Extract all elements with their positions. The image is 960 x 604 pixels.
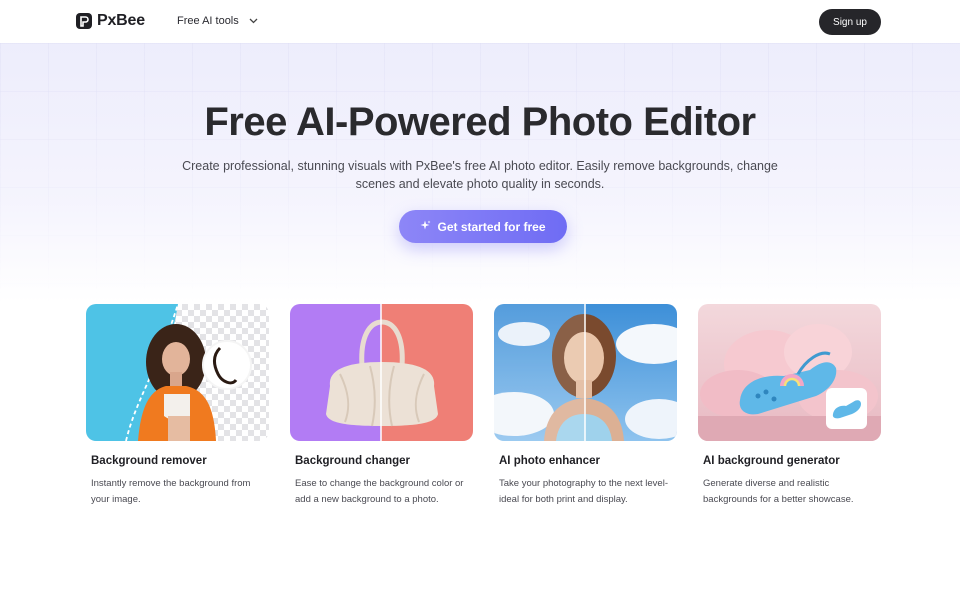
background-remover-image <box>86 304 269 441</box>
nav-free-ai-tools[interactable]: Free AI tools <box>177 15 258 27</box>
chevron-down-icon <box>249 15 258 27</box>
tool-card-background-changer[interactable]: Background changer Ease to change the ba… <box>290 304 473 507</box>
tool-card-title: AI background generator <box>703 455 840 467</box>
ai-photo-enhancer-image <box>494 304 677 441</box>
get-started-label: Get started for free <box>437 219 546 234</box>
nav-free-ai-tools-label: Free AI tools <box>177 15 239 27</box>
tool-card-description: Instantly remove the background from you… <box>91 478 251 505</box>
signup-button[interactable]: Sign up <box>819 9 881 35</box>
brand-name: PxBee <box>97 12 145 29</box>
get-started-button[interactable]: Get started for free <box>399 210 567 243</box>
tool-card-ai-background-generator[interactable]: AI background generator Generate diverse… <box>698 304 881 507</box>
brand-logo[interactable]: PxBee <box>76 12 145 30</box>
hero-subtitle: Create professional, stunning visuals wi… <box>182 159 778 191</box>
tool-card-description: Generate diverse and realistic backgroun… <box>703 478 854 505</box>
tool-card-description: Ease to change the background color or a… <box>295 478 464 505</box>
tool-card-description: Take your photography to the next level-… <box>499 478 668 505</box>
page-title: Free AI-Powered Photo Editor <box>204 100 756 144</box>
background-changer-image <box>290 304 473 441</box>
pxbee-logo-icon <box>76 13 92 29</box>
tool-card-title: AI photo enhancer <box>499 455 600 467</box>
tool-cards: Background remover Instantly remove the … <box>86 304 881 534</box>
sparkle-icon <box>420 220 431 234</box>
top-navbar: PxBee Free AI tools Sign up <box>0 0 960 43</box>
ai-background-generator-image <box>698 304 881 441</box>
tool-card-title: Background remover <box>91 455 207 467</box>
tool-card-background-remover[interactable]: Background remover Instantly remove the … <box>86 304 269 507</box>
tool-card-ai-photo-enhancer[interactable]: AI photo enhancer Take your photography … <box>494 304 677 507</box>
tool-card-title: Background changer <box>295 455 411 467</box>
